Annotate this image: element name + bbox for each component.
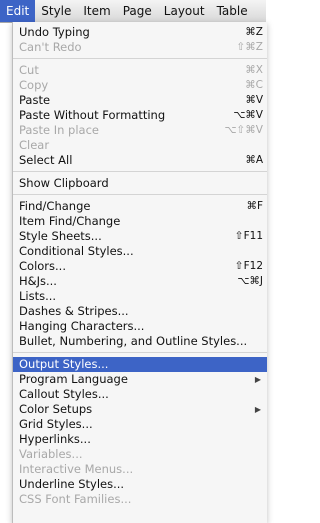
menu-item-hyperlinks[interactable]: Hyperlinks...: [13, 432, 267, 447]
menu-item-label: Undo Typing: [19, 25, 90, 39]
menu-item-item-find-change[interactable]: Item Find/Change: [13, 214, 267, 229]
menubar-edit[interactable]: Edit: [0, 0, 36, 22]
menu-item-lists[interactable]: Lists...: [13, 289, 267, 304]
menu-item-undo-typing[interactable]: Undo Typing ⌘Z: [13, 25, 267, 40]
menubar-table[interactable]: Table: [211, 0, 254, 22]
menu-item-callout-styles[interactable]: Callout Styles...: [13, 387, 267, 402]
menu-item-label: Style Sheets...: [19, 229, 102, 243]
menu-item-can-t-redo: Can't Redo ⇧⌘Z: [13, 40, 267, 55]
menu-item-label: Lists...: [19, 289, 57, 303]
menu-item-hanging-characters[interactable]: Hanging Characters...: [13, 319, 267, 334]
menu-item-css-font-families: CSS Font Families...: [13, 492, 267, 507]
menu-item-label: Variables...: [19, 447, 83, 461]
menu-item-label: Hanging Characters...: [19, 319, 145, 333]
menu-separator: [13, 352, 267, 353]
menu-item-label: Paste In place: [19, 123, 99, 137]
menu-item-paste[interactable]: Paste ⌘V: [13, 93, 267, 108]
menu-item-clear: Clear: [13, 138, 267, 153]
keyboard-shortcut: ⇧F12: [234, 260, 263, 272]
menu-item-label: Callout Styles...: [19, 387, 109, 401]
keyboard-shortcut: ⌘C: [245, 79, 263, 91]
submenu-arrow-icon: ▶: [254, 405, 261, 414]
menu-group-undo: Undo Typing ⌘Z Can't Redo ⇧⌘Z: [13, 25, 267, 55]
menubar-style[interactable]: Style: [35, 0, 77, 22]
keyboard-shortcut: ⌥⌘V: [233, 109, 263, 121]
menu-separator: [13, 58, 267, 59]
menu-item-output-styles[interactable]: Output Styles...: [13, 357, 267, 372]
menu-item-label: Output Styles...: [19, 357, 109, 371]
menu-item-label: Interactive Menus...: [19, 462, 134, 476]
menu-item-show-clipboard[interactable]: Show Clipboard: [13, 176, 267, 191]
keyboard-shortcut: ⌘A: [245, 154, 263, 166]
menu-item-label: Program Language: [19, 372, 128, 386]
menu-group-output-styles: Output Styles... Program Language ▶ Callout…: [13, 357, 267, 507]
keyboard-shortcut: ⌘F: [246, 200, 263, 212]
menu-item-label: Find/Change: [19, 199, 91, 213]
menu-item-conditional-styles[interactable]: Conditional Styles...: [13, 244, 267, 259]
menu-bar: Edit Style Item Page Layout Table: [0, 0, 266, 23]
keyboard-shortcut: ⇧F11: [234, 230, 263, 242]
menu-item-label: Conditional Styles...: [19, 244, 134, 258]
menu-group-show-clipboard: Show Clipboard: [13, 176, 267, 191]
menu-item-paste-without-formatting[interactable]: Paste Without Formatting ⌥⌘V: [13, 108, 267, 123]
menu-item-find-change[interactable]: Find/Change ⌘F: [13, 199, 267, 214]
menu-item-label: Dashes & Stripes...: [19, 304, 129, 318]
menu-item-h-js[interactable]: H&Js... ⌥⌘J: [13, 274, 267, 289]
menu-item-label: Clear: [19, 138, 50, 152]
keyboard-shortcut: ⌘Z: [245, 26, 263, 38]
menu-item-underline-styles[interactable]: Underline Styles...: [13, 477, 267, 492]
menu-item-variables: Variables...: [13, 447, 267, 462]
menu-item-label: H&Js...: [19, 274, 57, 288]
menu-item-label: Paste Without Formatting: [19, 108, 166, 122]
menubar-layout[interactable]: Layout: [158, 0, 211, 22]
keyboard-shortcut: ⌥⌘J: [237, 275, 263, 287]
menu-item-colors[interactable]: Colors... ⇧F12: [13, 259, 267, 274]
menu-separator: [13, 171, 267, 172]
menu-item-dashes-stripes[interactable]: Dashes & Stripes...: [13, 304, 267, 319]
menu-item-label: Select All: [19, 153, 73, 167]
menu-item-label: Hyperlinks...: [19, 432, 91, 446]
edit-menu-dropdown: Undo Typing ⌘Z Can't Redo ⇧⌘Z Cut ⌘X Copy ⌘C Pa…: [12, 22, 267, 523]
menu-item-cut: Cut ⌘X: [13, 63, 267, 78]
menu-item-label: Grid Styles...: [19, 417, 93, 431]
menu-item-copy: Copy ⌘C: [13, 78, 267, 93]
keyboard-shortcut: ⌘V: [245, 94, 263, 106]
menu-item-label: Item Find/Change: [19, 214, 121, 228]
menu-group-find-styles: Find/Change ⌘F Item Find/Change Style Sheet…: [13, 199, 267, 349]
menu-item-bullet-numbering-and-outline-styles[interactable]: Bullet, Numbering, and Outline Styles...: [13, 334, 267, 349]
keyboard-shortcut: ⌥⇧⌘V: [224, 124, 263, 136]
menu-item-label: Colors...: [19, 259, 66, 273]
menu-item-label: Bullet, Numbering, and Outline Styles...: [19, 334, 248, 348]
menu-group-clipboard: Cut ⌘X Copy ⌘C Paste ⌘V Paste Without Formatti…: [13, 63, 267, 168]
menu-item-style-sheets[interactable]: Style Sheets... ⇧F11: [13, 229, 267, 244]
menu-item-interactive-menus: Interactive Menus...: [13, 462, 267, 477]
keyboard-shortcut: ⇧⌘Z: [236, 41, 264, 53]
menu-item-label: Copy: [19, 78, 49, 92]
menu-item-label: Can't Redo: [19, 40, 82, 54]
menu-item-label: Paste: [19, 93, 51, 107]
menu-item-grid-styles[interactable]: Grid Styles...: [13, 417, 267, 432]
keyboard-shortcut: ⌘X: [245, 64, 263, 76]
menu-item-label: Show Clipboard: [19, 176, 109, 190]
menu-item-label: Underline Styles...: [19, 477, 125, 491]
menu-item-color-setups[interactable]: Color Setups ▶: [13, 402, 267, 417]
menu-item-label: Color Setups: [19, 402, 93, 416]
menu-item-label: CSS Font Families...: [19, 492, 132, 506]
submenu-arrow-icon: ▶: [254, 375, 261, 384]
menu-item-label: Cut: [19, 63, 39, 77]
menu-item-select-all[interactable]: Select All ⌘A: [13, 153, 267, 168]
menu-separator: [13, 194, 267, 195]
menu-item-paste-in-place: Paste In place ⌥⇧⌘V: [13, 123, 267, 138]
menubar-page[interactable]: Page: [117, 0, 158, 22]
menu-item-program-language[interactable]: Program Language ▶: [13, 372, 267, 387]
menubar-item[interactable]: Item: [77, 0, 116, 22]
